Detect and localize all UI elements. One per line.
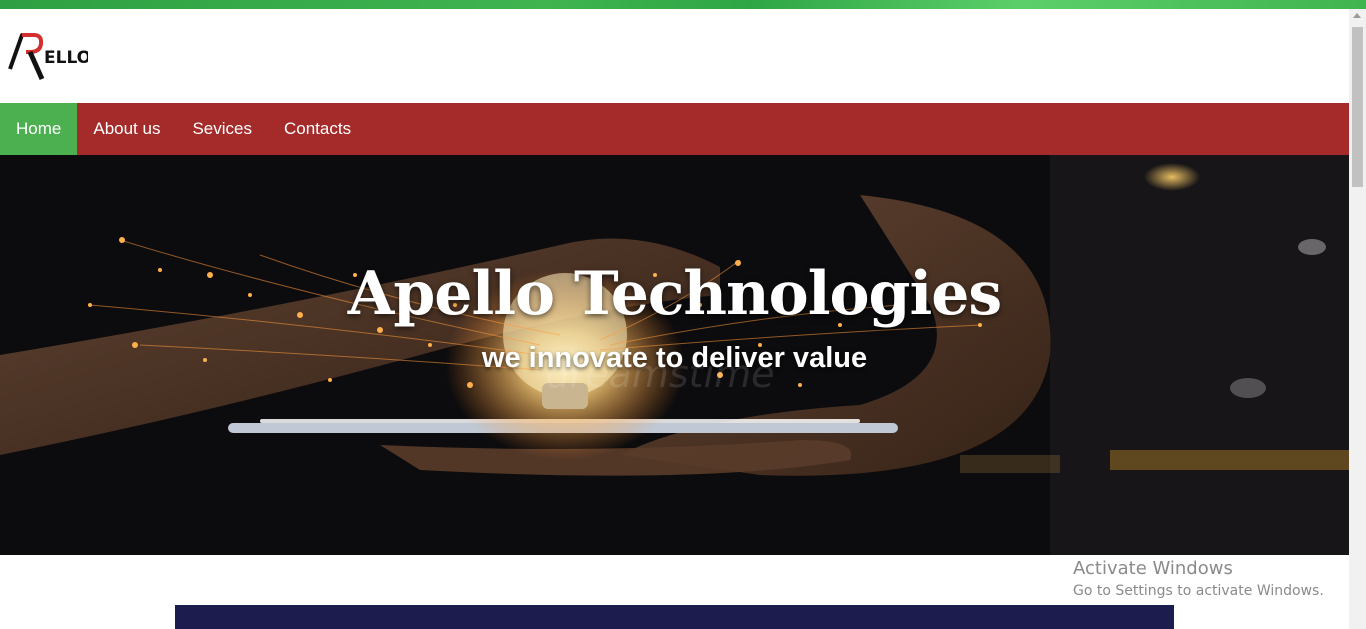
vertical-scrollbar[interactable] <box>1349 9 1366 629</box>
svg-text:ELLO: ELLO <box>44 48 88 68</box>
content-panel <box>175 605 1174 629</box>
page: ELLO Home About us Sevices Contacts drea… <box>0 0 1366 629</box>
hero-banner: dreamstime Apello Technologies we innova… <box>0 155 1349 555</box>
activate-windows-watermark: Activate Windows Go to Settings to activ… <box>1073 557 1324 601</box>
nav-services[interactable]: Sevices <box>176 103 268 155</box>
nav-about-us[interactable]: About us <box>77 103 176 155</box>
activate-windows-subtitle: Go to Settings to activate Windows. <box>1073 583 1324 599</box>
activate-windows-title: Activate Windows <box>1073 558 1233 579</box>
hero-title: Apello Technologies <box>347 259 1002 329</box>
site-header: ELLO <box>0 9 1349 103</box>
main-nav: Home About us Sevices Contacts <box>0 103 1349 155</box>
top-accent-strip <box>0 0 1366 9</box>
hero-subtitle: we innovate to deliver value <box>481 342 868 374</box>
scrollbar-thumb[interactable] <box>1352 27 1363 187</box>
scroll-up-arrow-icon[interactable] <box>1353 13 1361 18</box>
apello-logo[interactable]: ELLO <box>8 31 88 83</box>
nav-contacts[interactable]: Contacts <box>268 103 367 155</box>
nav-home[interactable]: Home <box>0 103 78 155</box>
